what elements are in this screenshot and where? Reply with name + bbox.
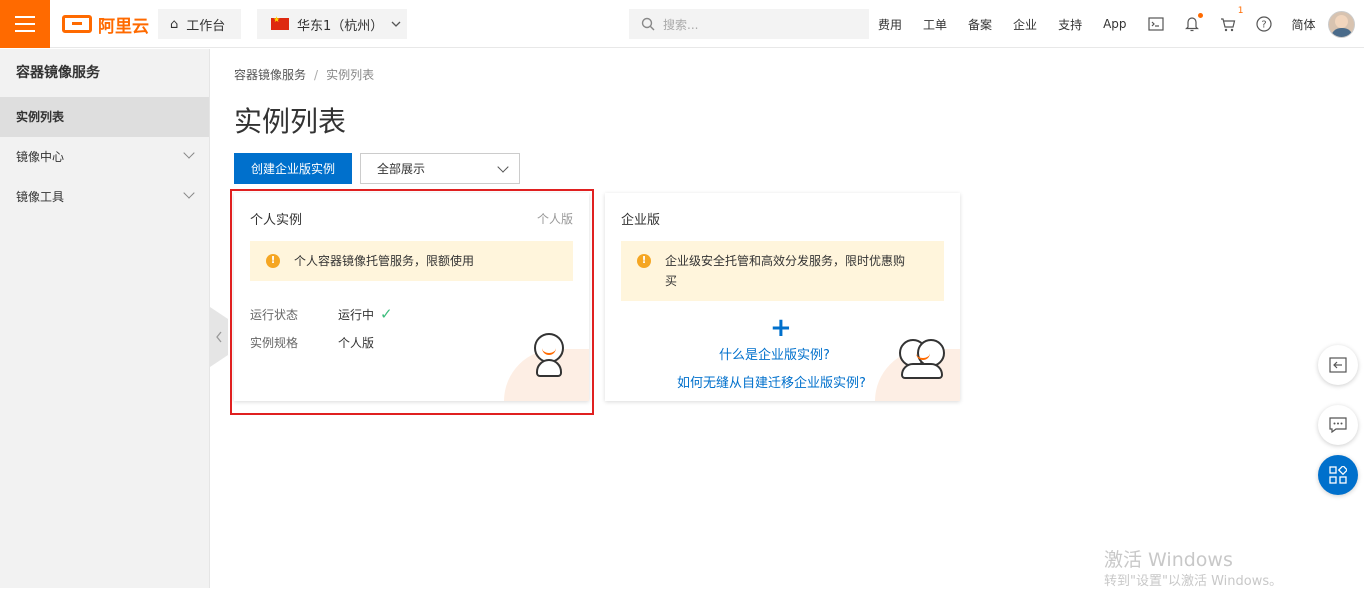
apps-button[interactable] xyxy=(1318,455,1358,495)
nav-icp[interactable]: 备案 xyxy=(968,16,992,33)
breadcrumb-separator: / xyxy=(314,68,319,82)
panel-icon xyxy=(1329,357,1347,373)
highlight-box xyxy=(230,189,594,415)
nav-support[interactable]: 支持 xyxy=(1058,16,1082,33)
chevron-down-icon xyxy=(497,161,509,173)
region-label: 华东1（杭州） xyxy=(297,18,384,34)
workbench-button[interactable]: ⌂ 工作台 xyxy=(158,9,241,39)
svg-text:?: ? xyxy=(1261,20,1266,31)
filter-selected-value: 全部展示 xyxy=(377,162,426,176)
region-selector[interactable]: 华东1（杭州） xyxy=(257,9,407,39)
breadcrumb: 容器镜像服务 / 实例列表 xyxy=(234,66,374,83)
nav-app[interactable]: App xyxy=(1103,17,1126,31)
create-enterprise-instance-button[interactable]: 创建企业版实例 xyxy=(234,153,352,184)
nav-tickets[interactable]: 工单 xyxy=(923,16,947,33)
top-bar: 阿里云 ⌂ 工作台 华东1（杭州） 搜索... 费用 工单 备案 企业 支持 A… xyxy=(0,0,1364,48)
apps-grid-icon xyxy=(1329,466,1347,484)
search-input[interactable]: 搜索... xyxy=(629,9,869,39)
warning-icon: ! xyxy=(637,254,651,268)
sidebar-item-image-tools[interactable]: 镜像工具 xyxy=(0,177,209,217)
nav-enterprise[interactable]: 企业 xyxy=(1013,16,1037,33)
collapse-panel-button[interactable] xyxy=(1318,345,1358,385)
plus-icon[interactable]: + xyxy=(770,313,792,343)
chevron-down-icon xyxy=(391,21,401,27)
page-title: 实例列表 xyxy=(234,105,347,138)
nav-fees[interactable]: 费用 xyxy=(878,16,902,33)
cart-count-badge: 1 xyxy=(1237,6,1244,16)
chevron-down-icon xyxy=(183,147,195,159)
menu-icon[interactable] xyxy=(0,0,50,48)
aliyun-logo[interactable]: 阿里云 xyxy=(62,12,149,37)
card-title: 企业版 xyxy=(621,213,661,228)
sidebar-title: 容器镜像服务 xyxy=(16,65,100,81)
workbench-label: 工作台 xyxy=(186,18,226,34)
breadcrumb-current: 实例列表 xyxy=(326,68,375,82)
chevron-down-icon xyxy=(183,187,195,199)
sidebar-item-label: 镜像中心 xyxy=(16,150,65,164)
what-is-enterprise-link[interactable]: 什么是企业版实例? xyxy=(719,344,830,363)
language-switch[interactable]: 简体 xyxy=(1292,16,1316,33)
sidebar-item-image-center[interactable]: 镜像中心 xyxy=(0,137,209,177)
sidebar: 容器镜像服务 实例列表 镜像中心 镜像工具 xyxy=(0,49,210,588)
filter-select[interactable]: 全部展示 xyxy=(360,153,520,184)
breadcrumb-root[interactable]: 容器镜像服务 xyxy=(234,68,306,82)
notice-box: ! 企业级安全托管和高效分发服务，限时优惠购买 xyxy=(621,241,944,301)
search-placeholder: 搜索... xyxy=(663,17,699,32)
windows-activation-watermark: 激活 Windows xyxy=(1104,549,1233,571)
sidebar-collapse-handle[interactable] xyxy=(210,307,228,367)
avatar[interactable] xyxy=(1328,11,1355,38)
search-icon xyxy=(641,17,655,31)
top-nav: 费用 工单 备案 企业 支持 App 1 ? 简体 xyxy=(878,0,1337,48)
sidebar-item-label: 实例列表 xyxy=(16,110,65,124)
chevron-left-icon xyxy=(216,331,222,343)
enterprise-card[interactable]: 企业版 ! 企业级安全托管和高效分发服务，限时优惠购买 + 什么是企业版实例? … xyxy=(605,193,960,401)
logo-mark-icon xyxy=(62,15,92,33)
windows-activation-hint: 转到"设置"以激活 Windows。 xyxy=(1104,574,1283,589)
logo-text: 阿里云 xyxy=(98,16,149,37)
cart-icon[interactable]: 1 xyxy=(1220,6,1244,32)
china-flag-icon xyxy=(271,15,289,30)
notice-text: 企业级安全托管和高效分发服务，限时优惠购买 xyxy=(665,254,906,288)
sidebar-item-instances[interactable]: 实例列表 xyxy=(0,97,209,137)
terminal-icon[interactable] xyxy=(1147,16,1164,32)
notification-dot xyxy=(1197,13,1203,18)
home-icon: ⌂ xyxy=(170,16,179,32)
feedback-button[interactable] xyxy=(1318,405,1358,445)
migration-guide-link[interactable]: 如何无缝从自建迁移企业版实例? xyxy=(677,372,866,391)
sidebar-item-label: 镜像工具 xyxy=(16,190,65,204)
help-icon[interactable]: ? xyxy=(1255,16,1272,32)
bell-icon[interactable] xyxy=(1184,13,1203,32)
message-icon xyxy=(1329,417,1347,433)
